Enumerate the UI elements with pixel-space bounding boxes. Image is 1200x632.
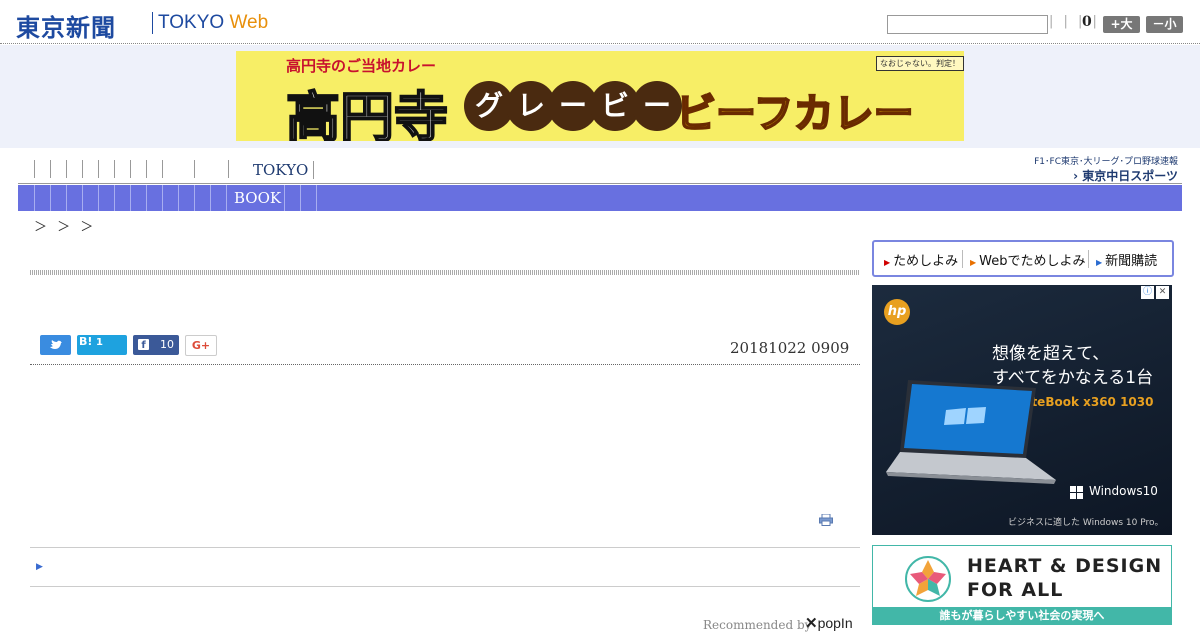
related-bottom-rule <box>30 586 860 587</box>
facebook-icon: f <box>138 339 149 351</box>
nav-sep <box>50 185 51 211</box>
header-pipes: | | | | <box>1049 14 1100 29</box>
nav-sep <box>178 185 179 211</box>
nav-item[interactable] <box>146 160 162 178</box>
logo-en-web: Web <box>229 12 269 33</box>
nav-sep <box>316 185 317 211</box>
heart-ad-bar: 誰もが暮らしやすい社会の実現へ <box>873 607 1171 624</box>
nav-sep <box>82 185 83 211</box>
hp-ad-footer: ビジネスに適した Windows 10 Pro。 <box>1008 518 1164 528</box>
curry-banner-ad[interactable]: 高円寺のご当地カレー 高円寺 グ レ ー ビ ー ビーフカレー なおじゃない。判… <box>236 51 964 141</box>
chunichi-top-text: F1･FC東京･大リーグ･プロ野球速報 <box>1034 157 1178 167</box>
nav-sep <box>284 185 285 211</box>
nav-item-tokyo[interactable]: TOKYO <box>253 161 308 179</box>
banner-big-text: 高円寺 <box>285 85 449 141</box>
web-trial-label: Webでためしよみ <box>979 254 1086 269</box>
heart-ad-title2: FOR ALL <box>967 579 1064 601</box>
nav-sep <box>146 185 147 211</box>
facebook-count: 10 <box>160 338 174 351</box>
heart-flower-logo <box>905 556 951 602</box>
laptop-image <box>886 380 1056 484</box>
adchoices-icon[interactable]: ⓘ <box>1141 286 1154 299</box>
popin-logo[interactable]: ✕popIn <box>805 614 853 632</box>
article-header-divider <box>30 364 860 365</box>
google-plus-button[interactable]: G+ <box>185 335 217 356</box>
nav-item[interactable] <box>66 160 82 178</box>
nav-sep <box>98 185 99 211</box>
nav-item[interactable] <box>194 160 228 178</box>
nav-sep <box>210 185 211 211</box>
nav-sep <box>300 185 301 211</box>
banner-curry-text: ビーフカレー <box>675 90 915 138</box>
nav-rule <box>18 183 1182 184</box>
hatena-label: B! <box>79 335 93 348</box>
logo-en-prefix: TOKYO <box>158 12 230 33</box>
windows10-label: Windows10 <box>1089 484 1158 498</box>
nav-item[interactable] <box>50 160 66 178</box>
nav-item[interactable] <box>130 160 146 178</box>
nav-divider <box>313 161 314 179</box>
breadcrumb: ＞ ＞ ＞ <box>34 220 97 235</box>
banner-circle-5: ー <box>632 81 682 131</box>
hatena-count: 1 <box>96 337 103 348</box>
nav-sep <box>34 185 35 211</box>
chunichi-logo: › 東京中日スポーツ <box>1073 169 1178 183</box>
hp-laptop-ad[interactable]: hp 想像を超えて、 すべてをかなえる1台 HP EliteBook x360 … <box>872 285 1172 535</box>
related-arrow-icon[interactable]: ▶ <box>36 562 43 572</box>
web-trial-link[interactable]: ▶ Webでためしよみ <box>970 250 1086 269</box>
tokyo-web-logo[interactable]: TOKYO Web <box>158 12 268 34</box>
subscribe-link[interactable]: ▶ 新聞購読 <box>1096 250 1157 269</box>
nav-item[interactable] <box>82 160 98 178</box>
orange-triangle-icon: ▶ <box>970 258 977 267</box>
blue-triangle-icon: ▶ <box>1096 258 1103 267</box>
trial-label: ためしよみ <box>893 254 959 269</box>
nav-sep <box>130 185 131 211</box>
banner-tag: なおじゃない。判定！ <box>876 56 964 71</box>
nav-sep <box>66 185 67 211</box>
link-sep <box>962 250 963 268</box>
hp-logo: hp <box>884 299 910 325</box>
windows-logo-icon <box>1070 486 1083 499</box>
subscription-links: ▶ ためしよみ ▶ Webでためしよみ ▶ 新聞購読 <box>872 240 1174 277</box>
article-title-rule <box>30 270 860 275</box>
nav-sep <box>194 185 195 211</box>
nav-item[interactable] <box>228 160 244 178</box>
search-input[interactable] <box>887 15 1048 34</box>
nav-item[interactable] <box>98 160 114 178</box>
nav-sep <box>226 185 227 211</box>
twitter-share-button[interactable] <box>40 335 71 355</box>
site-logo[interactable]: 東京新聞 <box>16 8 116 43</box>
font-size-count: 0 <box>1082 14 1092 30</box>
font-smaller-button[interactable]: －小 <box>1146 16 1183 33</box>
nav-item[interactable] <box>114 160 130 178</box>
sub-nav-bar <box>18 185 1182 211</box>
heart-design-ad[interactable]: HEART & DESIGN FOR ALL 誰もが暮らしやすい社会の実現へ <box>872 545 1172 625</box>
article-date: 20181022 0909 <box>730 339 850 357</box>
subscribe-label: 新聞購読 <box>1105 254 1158 269</box>
nav-item-book[interactable]: BOOK <box>234 189 281 207</box>
link-sep <box>1088 250 1089 268</box>
nav-sep <box>162 185 163 211</box>
chunichi-sports-link[interactable]: F1･FC東京･大リーグ･プロ野球速報 › 東京中日スポーツ <box>1028 154 1178 184</box>
font-bigger-button[interactable]: +大 <box>1103 16 1140 33</box>
close-ad-icon[interactable]: ✕ <box>1156 286 1169 299</box>
nav-item[interactable] <box>162 160 194 178</box>
red-triangle-icon: ▶ <box>884 258 891 267</box>
header-divider <box>0 43 1200 44</box>
category-nav <box>34 160 244 180</box>
logo-divider <box>152 12 153 34</box>
hatena-bookmark-button[interactable]: B! 1 <box>77 335 127 355</box>
facebook-share-button[interactable]: f 10 <box>133 335 179 355</box>
popin-text: popIn <box>817 615 853 631</box>
hp-ad-line1: 想像を超えて、 <box>992 344 1110 364</box>
twitter-icon <box>50 340 62 349</box>
heart-ad-title1: HEART & DESIGN <box>967 555 1163 577</box>
print-icon[interactable] <box>819 514 833 526</box>
nav-sep <box>114 185 115 211</box>
nav-item[interactable] <box>34 160 50 178</box>
related-top-rule <box>30 547 860 548</box>
trial-link[interactable]: ▶ ためしよみ <box>884 250 958 269</box>
